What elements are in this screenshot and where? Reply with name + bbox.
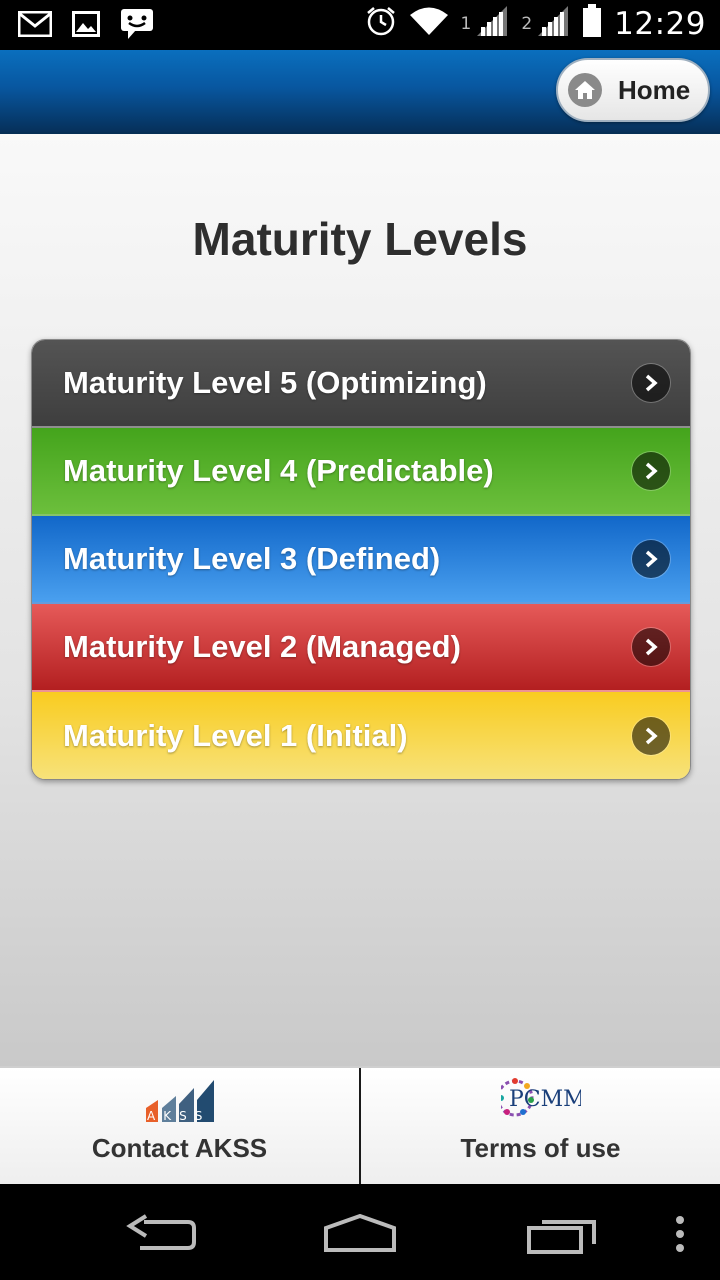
list-item-label: Maturity Level 3 (Defined): [63, 541, 441, 576]
status-bar: 1 2 12:29: [0, 0, 720, 50]
chat-icon: [120, 8, 154, 45]
overflow-menu-icon[interactable]: [674, 1214, 686, 1259]
akss-logo: AKSS: [144, 1078, 216, 1127]
maturity-level-list: Maturity Level 5 (Optimizing) Maturity L…: [31, 339, 691, 780]
list-item-maturity-level-3[interactable]: Maturity Level 3 (Defined): [32, 516, 690, 604]
list-item-label: Maturity Level 5 (Optimizing): [63, 365, 487, 400]
list-item-maturity-level-2[interactable]: Maturity Level 2 (Managed): [32, 604, 690, 692]
list-item-label: Maturity Level 4 (Predictable): [63, 453, 494, 488]
chevron-right-icon: [632, 540, 670, 578]
recent-apps-icon[interactable]: [526, 1214, 600, 1261]
page-title: Maturity Levels: [192, 213, 528, 265]
system-nav-bar: [0, 1184, 720, 1280]
list-item-maturity-level-4[interactable]: Maturity Level 4 (Predictable): [32, 428, 690, 516]
contact-akss-label: Contact AKSS: [91, 1133, 268, 1163]
list-item-maturity-level-5[interactable]: Maturity Level 5 (Optimizing): [32, 340, 690, 428]
alarm-icon: [365, 5, 397, 42]
chevron-right-icon: [632, 716, 670, 755]
wifi-icon: [409, 6, 449, 41]
list-item-label: Maturity Level 2 (Managed): [63, 629, 461, 664]
signal-icon: [536, 5, 570, 42]
list-item-maturity-level-1[interactable]: Maturity Level 1 (Initial): [32, 692, 690, 779]
main-content: Maturity Levels Maturity Level 5 (Optimi…: [0, 134, 720, 1066]
signal-icon: [475, 5, 509, 42]
svg-text:PCMM: PCMM: [509, 1087, 581, 1112]
chevron-right-icon: [632, 628, 670, 666]
list-item-label: Maturity Level 1 (Initial): [63, 717, 408, 753]
svg-text:AKSS: AKSS: [147, 1109, 210, 1122]
chevron-right-icon: [632, 452, 670, 490]
pcmm-logo: PCMM: [496, 1072, 585, 1127]
sim2-label: 2: [521, 13, 533, 34]
terms-of-use-button[interactable]: PCMM Terms of use: [359, 1068, 720, 1186]
chevron-right-icon: [632, 364, 670, 402]
contact-akss-button[interactable]: AKSS Contact AKSS: [0, 1068, 359, 1186]
battery-icon: [582, 4, 602, 43]
terms-of-use-label: Terms of use: [460, 1133, 621, 1163]
home-button[interactable]: Home: [556, 58, 710, 122]
back-icon[interactable]: [124, 1214, 196, 1259]
home-nav-icon[interactable]: [322, 1213, 398, 1259]
home-label: Home: [618, 74, 691, 105]
sim1-label: 1: [460, 13, 472, 34]
gmail-icon: [17, 10, 53, 42]
app-header: Home: [0, 50, 720, 134]
footer-toolbar: AKSS Contact AKSS PCMM Terms of use: [0, 1066, 720, 1186]
clock: 12:29: [614, 5, 706, 42]
image-icon: [72, 11, 100, 42]
home-icon: [568, 73, 602, 107]
